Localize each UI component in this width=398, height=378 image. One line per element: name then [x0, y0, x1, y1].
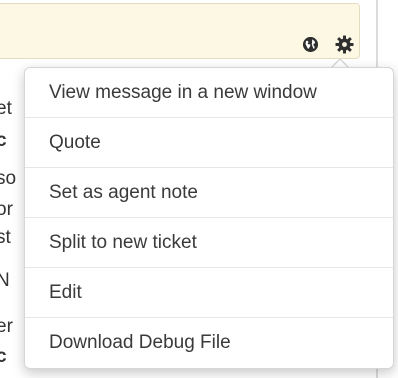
- message-text-line: st: [0, 227, 11, 248]
- message-text-line: et: [0, 98, 12, 119]
- globe-icon[interactable]: [303, 37, 318, 52]
- menu-item-set-as-agent-note[interactable]: Set as agent note: [25, 168, 393, 218]
- menu-item-view-in-new-window[interactable]: View message in a new window: [25, 68, 393, 118]
- message-text-line: c: [0, 346, 7, 367]
- message-actions-menu: View message in a new window Quote Set a…: [24, 67, 394, 369]
- ticket-message-view: et c so or st N er c View message in a n…: [0, 0, 398, 378]
- message-text-line: N: [0, 270, 10, 291]
- menu-item-download-debug-file[interactable]: Download Debug File: [25, 318, 393, 368]
- message-text-line: or: [0, 199, 13, 220]
- gear-icon[interactable]: [335, 35, 354, 54]
- menu-item-split-to-new-ticket[interactable]: Split to new ticket: [25, 218, 393, 268]
- message-text-line: c: [0, 130, 7, 151]
- message-text-line: er: [0, 316, 13, 337]
- message-text-line: so: [0, 168, 17, 189]
- menu-item-edit[interactable]: Edit: [25, 268, 393, 318]
- menu-item-quote[interactable]: Quote: [25, 118, 393, 168]
